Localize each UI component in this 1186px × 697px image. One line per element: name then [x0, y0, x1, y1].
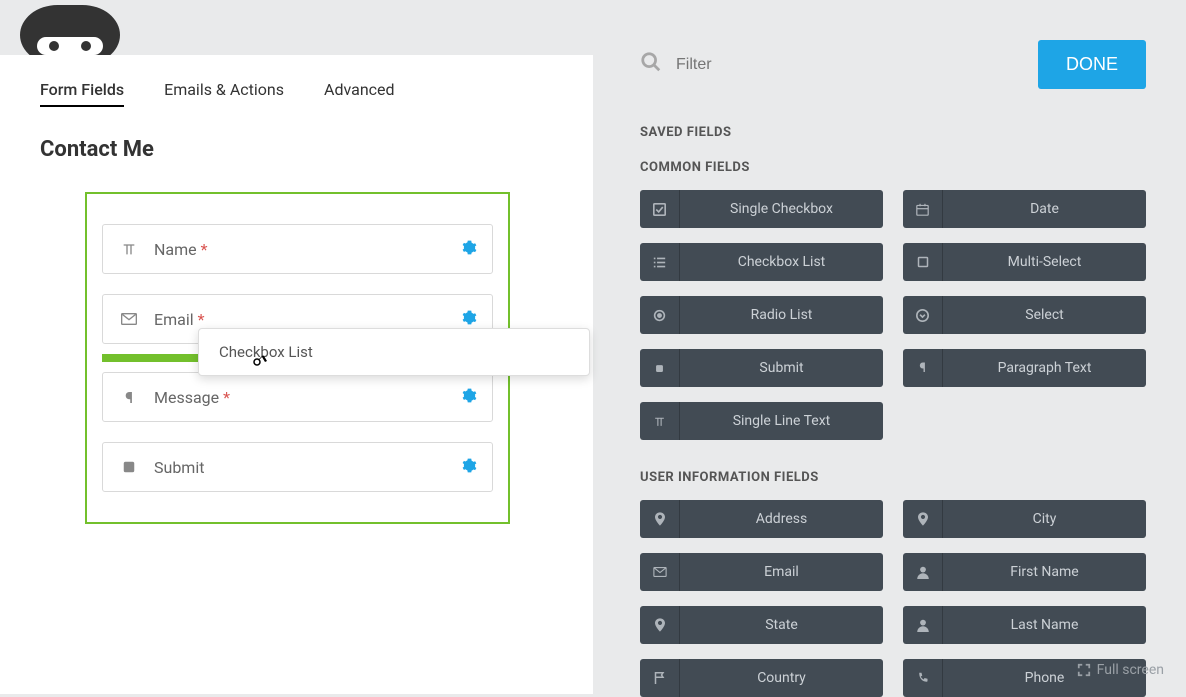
field-btn-paragraph-text[interactable]: ¶ Paragraph Text	[903, 349, 1146, 387]
done-button[interactable]: DONE	[1038, 40, 1146, 89]
flag-icon	[640, 659, 680, 697]
field-row-message[interactable]: ¶ Message *	[102, 372, 493, 422]
field-btn-checkbox-list[interactable]: Checkbox List	[640, 243, 883, 281]
field-btn-label: State	[680, 617, 883, 633]
required-star: *	[201, 240, 208, 259]
field-btn-label: Submit	[680, 360, 883, 376]
field-btn-label: Country	[680, 670, 883, 686]
field-btn-label: Paragraph Text	[943, 360, 1146, 376]
fullscreen-toggle[interactable]: Full screen	[1077, 662, 1164, 678]
field-btn-country[interactable]: Country	[640, 659, 883, 697]
map-pin-icon	[640, 606, 680, 644]
field-btn-first-name[interactable]: First Name	[903, 553, 1146, 591]
field-label: Message	[154, 388, 219, 407]
search-row: DONE	[640, 40, 1146, 89]
field-btn-label: Address	[680, 511, 883, 527]
field-btn-address[interactable]: Address	[640, 500, 883, 538]
required-star: *	[223, 388, 230, 407]
field-btn-date[interactable]: Date	[903, 190, 1146, 228]
section-user-info-fields: USER INFORMATION FIELDS	[640, 470, 1146, 485]
field-btn-label: Date	[943, 201, 1146, 217]
map-pin-icon	[640, 500, 680, 538]
field-palette-panel: DONE SAVED FIELDS COMMON FIELDS Single C…	[640, 40, 1146, 694]
ninja-logo	[20, 0, 130, 55]
paragraph-icon: ¶	[118, 388, 140, 407]
text-icon	[640, 402, 680, 440]
gear-icon[interactable]	[462, 388, 477, 407]
field-btn-submit[interactable]: Submit	[640, 349, 883, 387]
field-label: Submit	[154, 458, 204, 477]
filter-input[interactable]	[676, 56, 1038, 74]
calendar-icon	[903, 190, 943, 228]
fullscreen-label: Full screen	[1097, 662, 1164, 678]
field-btn-label: Single Line Text	[680, 413, 883, 429]
field-btn-single-checkbox[interactable]: Single Checkbox	[640, 190, 883, 228]
phone-icon	[903, 659, 943, 697]
field-btn-label: Select	[943, 307, 1146, 323]
user-fields-grid: Address City Email First Name State	[640, 500, 1146, 697]
gear-icon[interactable]	[462, 458, 477, 477]
field-btn-last-name[interactable]: Last Name	[903, 606, 1146, 644]
text-icon	[118, 241, 140, 257]
envelope-icon	[118, 313, 140, 325]
field-btn-label: Multi-Select	[943, 254, 1146, 270]
drag-ghost: Checkbox List	[198, 328, 590, 376]
common-fields-grid: Single Checkbox Date Checkbox List Multi…	[640, 190, 1146, 440]
field-btn-radio-list[interactable]: Radio List	[640, 296, 883, 334]
field-btn-label: Radio List	[680, 307, 883, 323]
map-pin-icon	[903, 500, 943, 538]
section-common-fields: COMMON FIELDS	[640, 160, 1146, 175]
radio-icon	[640, 296, 680, 334]
required-star: *	[198, 310, 205, 329]
section-saved-fields: SAVED FIELDS	[640, 125, 1146, 140]
square-outline-icon	[903, 243, 943, 281]
user-icon	[903, 606, 943, 644]
checkbox-icon	[640, 190, 680, 228]
tab-form-fields[interactable]: Form Fields	[40, 80, 124, 107]
paragraph-icon: ¶	[903, 349, 943, 387]
field-btn-single-line-text[interactable]: Single Line Text	[640, 402, 883, 440]
search-icon	[640, 51, 662, 79]
field-btn-label: First Name	[943, 564, 1146, 580]
field-row-name[interactable]: Name *	[102, 224, 493, 274]
field-row-submit[interactable]: Submit	[102, 442, 493, 492]
field-btn-email[interactable]: Email	[640, 553, 883, 591]
field-btn-select[interactable]: Select	[903, 296, 1146, 334]
field-btn-state[interactable]: State	[640, 606, 883, 644]
field-btn-label: Checkbox List	[680, 254, 883, 270]
chevron-down-icon	[903, 296, 943, 334]
list-icon	[640, 243, 680, 281]
field-btn-city[interactable]: City	[903, 500, 1146, 538]
field-label: Email	[154, 310, 194, 329]
form-title: Contact Me	[40, 137, 553, 162]
field-btn-label: Email	[680, 564, 883, 580]
field-btn-multi-select[interactable]: Multi-Select	[903, 243, 1146, 281]
builder-tabs: Form Fields Emails & Actions Advanced	[40, 80, 553, 107]
field-label: Name	[154, 240, 197, 259]
drag-ghost-label: Checkbox List	[219, 343, 313, 361]
gear-icon[interactable]	[462, 310, 477, 329]
field-btn-label: City	[943, 511, 1146, 527]
square-icon	[118, 460, 140, 474]
tab-advanced[interactable]: Advanced	[324, 80, 395, 107]
gear-icon[interactable]	[462, 240, 477, 259]
expand-icon	[1077, 663, 1091, 677]
user-icon	[903, 553, 943, 591]
tab-emails-actions[interactable]: Emails & Actions	[164, 80, 284, 107]
field-btn-label: Single Checkbox	[680, 201, 883, 217]
envelope-icon	[640, 553, 680, 591]
field-btn-label: Last Name	[943, 617, 1146, 633]
square-icon	[640, 349, 680, 387]
